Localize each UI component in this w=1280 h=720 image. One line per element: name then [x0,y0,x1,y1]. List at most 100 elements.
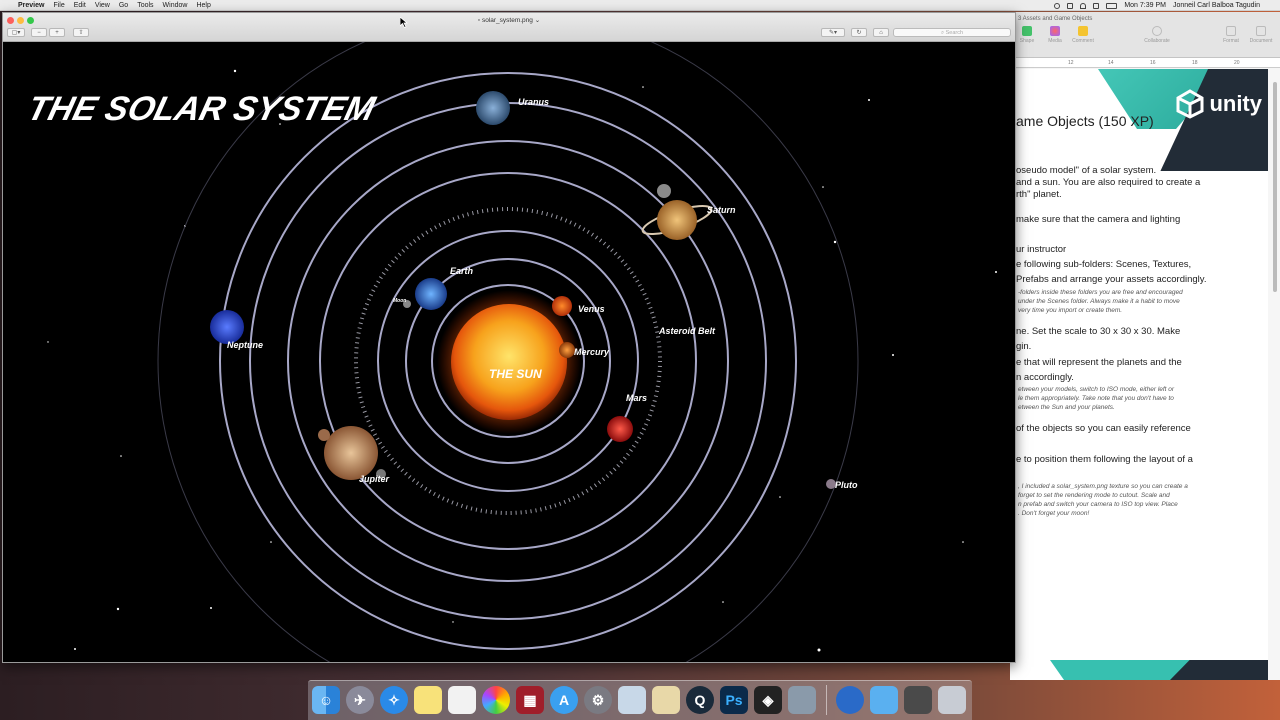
label-mercury: Mercury [574,347,610,357]
mercury [559,342,575,358]
globe-icon[interactable] [836,686,864,714]
toolbox-button[interactable]: ⌂ [873,28,889,37]
launchpad-icon[interactable]: ✈ [346,686,374,714]
menu-window[interactable]: Window [163,2,188,9]
dock-separator [826,685,827,715]
menu-tools[interactable]: Tools [137,2,153,9]
doc-note: under the Scenes folder. Always make it … [1018,298,1180,305]
volume-icon[interactable] [1093,2,1100,9]
document-button[interactable]: Document [1244,26,1278,44]
menu-help[interactable]: Help [196,2,210,9]
menu-user[interactable]: Jonneil Carl Balboa Tagudin [1173,2,1260,9]
label-earth: Earth [450,266,474,276]
menu-edit[interactable]: Edit [74,2,86,9]
label-neptune: Neptune [227,340,263,350]
doc-note: . Don't forget your moon! [1018,510,1090,517]
doc-line: ne. Set the scale to 30 x 30 x 30. Make [1016,326,1181,337]
label-venus: Venus [578,304,605,314]
venus [552,296,572,316]
notes-icon[interactable] [414,686,442,714]
solar-system-image: THE SOLAR SYSTEM THE SUN Mercury Venus E… [24,42,997,662]
comment-button[interactable]: Comment [1068,26,1098,44]
markup-pen-button[interactable]: ✎▾ [821,28,845,37]
app-store-icon[interactable]: A [550,686,578,714]
trash-icon[interactable] [938,686,966,714]
photoshop-icon[interactable]: Ps [720,686,748,714]
search-input[interactable]: ⌕ Search [893,28,1011,37]
screenshot-stack-icon[interactable] [904,686,932,714]
menu-view[interactable]: View [95,2,110,9]
format-button[interactable]: Format [1216,26,1246,44]
collaborate-button[interactable]: Collaborate [1140,26,1174,44]
quicktime-icon[interactable]: Q [686,686,714,714]
doc-line: rth" planet. [1016,189,1062,200]
doc-note: le them appropriately. Take note that yo… [1018,395,1174,402]
doc-line: of the objects so you can easily referen… [1016,423,1191,434]
label-pluto: Pluto [835,480,858,490]
doc-note: forget to set the rendering mode to cuto… [1018,492,1170,499]
jupiter-moon [318,429,330,441]
saturn [657,200,697,240]
safari-icon[interactable]: ✧ [380,686,408,714]
proxy-icon[interactable] [618,686,646,714]
pages-scrollbar[interactable] [1273,82,1277,292]
reminders-icon[interactable] [448,686,476,714]
status-display-icon[interactable] [1067,2,1074,9]
menu-clock[interactable]: Mon 7:39 PM [1124,2,1166,9]
preview-icon[interactable] [652,686,680,714]
photos-icon[interactable] [482,686,510,714]
document-proxy-icon[interactable]: ▫ [478,17,480,24]
doc-line: e to position them following the layout … [1016,454,1193,465]
doc-note: very time you import or create them. [1018,307,1123,314]
menu-file[interactable]: File [53,2,64,9]
saturn-moon [657,184,671,198]
label-jupiter: Jupiter [359,474,390,484]
system-preferences-icon[interactable]: ⚙ [584,686,612,714]
doc-line: Prefabs and arrange your assets accordin… [1016,274,1207,285]
status-record-icon[interactable] [1054,2,1061,9]
folder-icon[interactable] [870,686,898,714]
photo-booth-icon[interactable]: ▦ [516,686,544,714]
shape-button[interactable]: Shape [1012,26,1042,44]
uranus [476,91,510,125]
doc-line: e that will represent the planets and th… [1016,357,1182,368]
doc-note: , I included a solar_system.png texture … [1018,483,1188,490]
doc-line: gin. [1016,341,1032,352]
doc-footer-banner [1010,660,1268,680]
label-saturn: Saturn [707,205,736,215]
image-title: THE SOLAR SYSTEM [24,90,380,127]
media-button[interactable]: Media [1040,26,1070,44]
doc-note: n prefab and switch your camera to ISO t… [1018,501,1178,508]
image-canvas[interactable]: THE SOLAR SYSTEM THE SUN Mercury Venus E… [3,42,1015,662]
label-moon: Moon [393,298,406,304]
preview-filename: ▫ solar_system.png ⌄ [477,17,541,24]
pages-ruler[interactable]: 12 14 16 18 20 [1010,58,1280,68]
unity-icon[interactable]: ◈ [754,686,782,714]
doc-heading: ame Objects (150 XP) [1016,113,1154,129]
earth [415,278,447,310]
share-button[interactable]: ⇧ [73,28,89,37]
unity-cube-icon [1176,89,1204,119]
battery-icon[interactable] [1106,2,1118,9]
rotate-button[interactable]: ↻ [851,28,867,37]
sidebar-toggle-button[interactable]: ▢▾ [7,28,25,37]
label-mars: Mars [626,393,647,403]
pages-document[interactable]: unity ame Objects (150 XP) oseudo model"… [1010,69,1268,680]
menu-app-name[interactable]: Preview [18,2,44,9]
pages-window-title: 3 Assets and Game Objects [1018,16,1093,22]
image-capture-icon[interactable] [788,686,816,714]
sun [451,304,567,420]
wifi-icon[interactable] [1080,2,1087,9]
zoom-out-button[interactable]: − [31,28,47,37]
doc-note: -folders inside these folders you are fr… [1018,289,1183,296]
neptune [210,310,244,344]
doc-line: oseudo model" of a solar system. [1016,165,1157,176]
unity-logo: unity [1175,89,1262,119]
doc-line: make sure that the camera and lighting [1016,214,1181,225]
menu-go[interactable]: Go [119,2,128,9]
zoom-in-button[interactable]: + [49,28,65,37]
chevron-down-icon[interactable]: ⌄ [535,17,540,24]
preview-titlebar: ▫ solar_system.png ⌄ ▢▾ − + ⇧ ✎▾ ↻ ⌂ ⌕ S… [3,13,1015,42]
finder-icon[interactable]: ☺ [312,686,340,714]
mouse-cursor-icon [400,17,408,28]
